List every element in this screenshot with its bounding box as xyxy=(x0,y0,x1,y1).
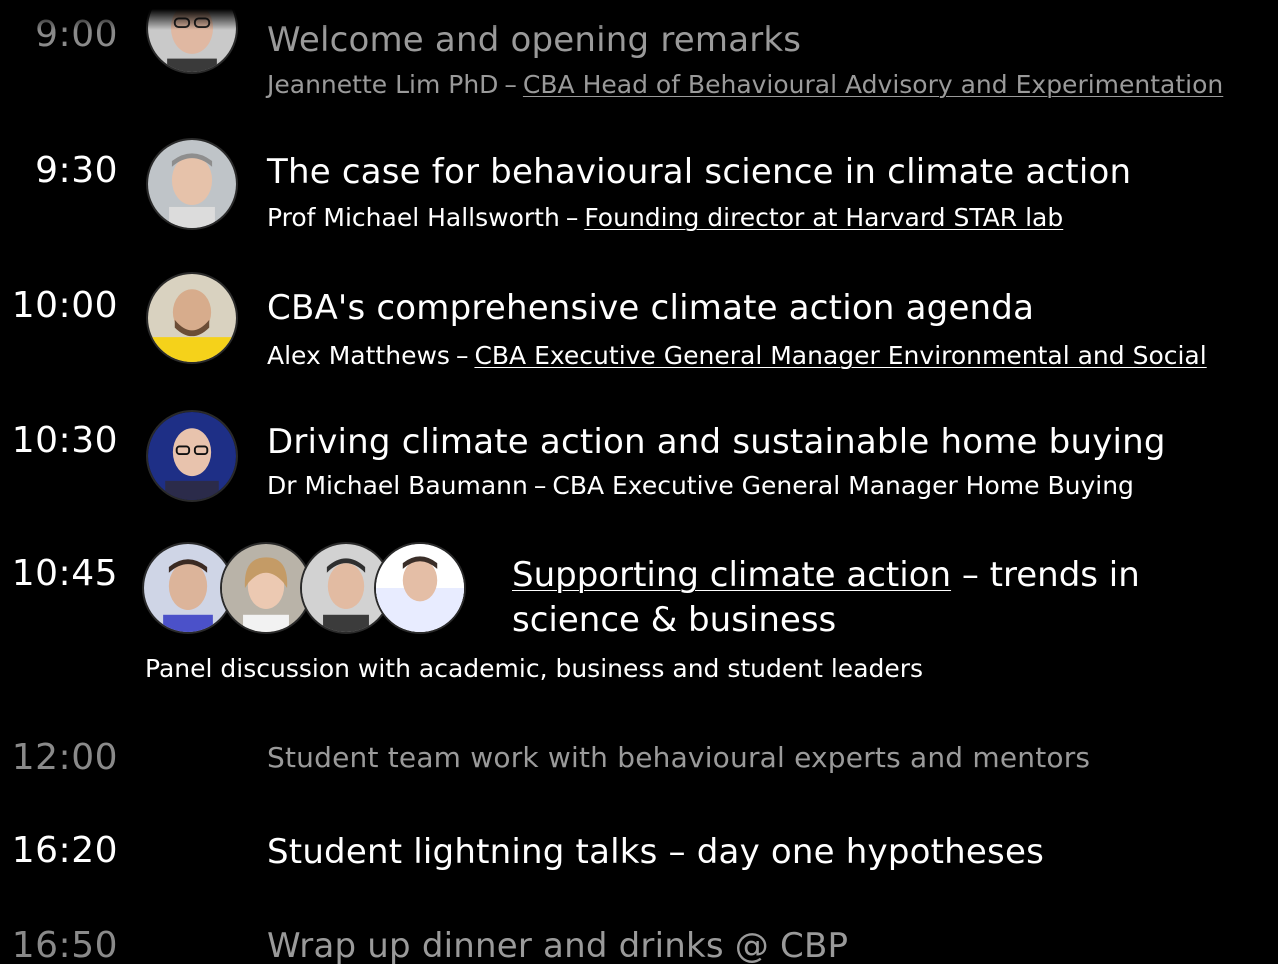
session-title: Supporting climate action – trends in sc… xyxy=(512,553,1212,643)
agenda-page: 9:00 Welcome and opening remarks Jeannet… xyxy=(0,0,1278,964)
speaker-line: Jeannette Lim PhD – CBA Head of Behavioura… xyxy=(267,70,1223,99)
speaker-role: CBA Executive General Manager Home Buyin… xyxy=(552,471,1134,500)
speaker-name: Alex Matthews xyxy=(267,341,450,370)
session-title-link[interactable]: Supporting climate action xyxy=(512,555,951,595)
speaker-line: Prof Michael Hallsworth – Founding directo… xyxy=(267,203,1063,232)
panel-description: Panel discussion with academic, business… xyxy=(145,654,924,683)
separator: – xyxy=(504,70,517,99)
speaker-line: Alex Matthews – CBA Executive General Mana… xyxy=(267,341,1207,370)
top-fade-overlay xyxy=(0,0,1278,30)
panelist-avatar xyxy=(220,542,312,634)
session-title: Student team work with behavioural exper… xyxy=(267,741,1091,774)
session-title: Driving climate action and sustainable h… xyxy=(267,422,1166,462)
speaker-line: Dr Michael Baumann – CBA Executive General… xyxy=(267,471,1134,500)
speaker-avatar xyxy=(146,272,238,364)
speaker-role-link[interactable]: CBA Executive General Manager Environmen… xyxy=(474,341,1206,370)
separator: – xyxy=(533,471,547,500)
time-label: 12:00 xyxy=(11,737,118,778)
speaker-name: Dr Michael Baumann xyxy=(267,471,528,500)
separator: – xyxy=(565,203,579,232)
session-title: Wrap up dinner and drinks @ CBP xyxy=(267,926,849,964)
session-title: CBA's comprehensive climate action agend… xyxy=(267,288,1035,328)
time-label: 10:00 xyxy=(11,285,118,326)
speaker-avatar xyxy=(146,410,238,502)
time-label: 10:30 xyxy=(11,420,118,461)
speaker-role-link[interactable]: Founding director at Harvard STAR lab xyxy=(584,203,1063,232)
session-title: Student lightning talks – day one hypoth… xyxy=(267,832,1044,872)
session-title: The case for behavioural science in clim… xyxy=(267,152,1132,192)
time-label: 16:50 xyxy=(11,925,118,964)
time-label: 9:30 xyxy=(35,150,118,191)
speaker-role-link[interactable]: CBA Head of Behavioural Advisory and Exp… xyxy=(523,70,1223,99)
time-label: 16:20 xyxy=(11,830,118,871)
panelist-avatar xyxy=(374,542,466,634)
speaker-name: Prof Michael Hallsworth xyxy=(267,203,560,232)
separator: – xyxy=(455,341,469,370)
time-label: 10:45 xyxy=(11,553,118,594)
speaker-avatar xyxy=(146,138,238,230)
speaker-name: Jeannette Lim PhD xyxy=(267,70,499,99)
